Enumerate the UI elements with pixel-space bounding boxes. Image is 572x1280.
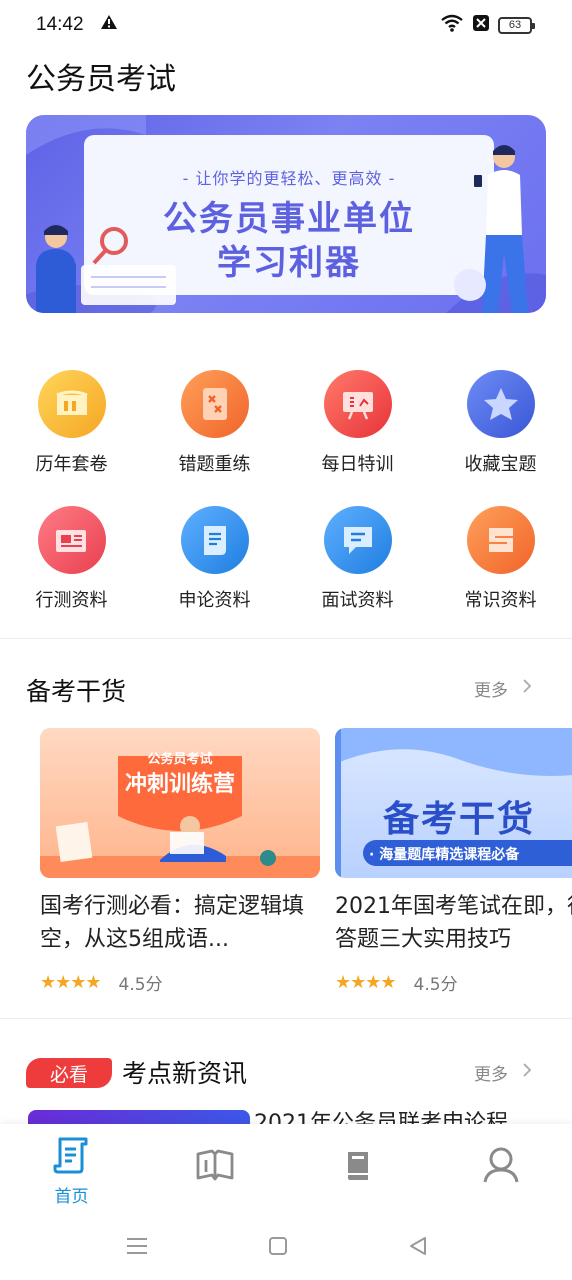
grid-item-general-knowledge[interactable]: 常识资料 — [429, 506, 572, 612]
promo-banner[interactable]: - 让你学的更轻松、更高效 - 公务员事业单位 学习利器 — [26, 115, 546, 313]
more-label: 更多 — [474, 1065, 508, 1085]
banner-subtitle: - 让你学的更轻松、更高效 - — [182, 169, 396, 188]
grid-item-favorites[interactable]: 收藏宝题 — [429, 370, 572, 476]
home-square-icon[interactable] — [268, 1236, 288, 1260]
grid-label: 常识资料 — [464, 590, 537, 611]
paper-stack-icon — [37, 370, 106, 438]
card-rating: ★★★★ 4.5分 — [40, 970, 320, 995]
nav-label-home: 首页 — [54, 1187, 89, 1207]
section-divider — [0, 1018, 572, 1019]
grid-item-past-papers[interactable]: 历年套卷 — [0, 370, 143, 476]
grid-label: 错题重练 — [178, 454, 251, 475]
grid-label: 历年套卷 — [35, 454, 108, 475]
card-title: 2021年国考笔试在即，行测答题三大实用技巧 — [335, 894, 572, 952]
card-img-line1: 公务员考试 — [147, 752, 213, 767]
rating-stars-icon: ★★★★ — [335, 972, 397, 993]
news-title[interactable]: 2021年公务员联考申论程 — [254, 1110, 572, 1124]
nav-courses[interactable] — [143, 1124, 286, 1212]
grid-item-daily-training[interactable]: 每日特训 — [286, 370, 429, 476]
daily-training-icon — [323, 370, 392, 438]
grid-label: 面试资料 — [321, 590, 394, 611]
rating-score: 4.5分 — [413, 975, 458, 995]
system-nav-bar — [0, 1212, 572, 1280]
section-title-news: 考点新资讯 — [122, 1059, 248, 1088]
newspaper-icon — [37, 506, 106, 574]
must-read-badge: 必看 — [26, 1058, 112, 1088]
standing-person-illustration — [454, 145, 528, 313]
status-icons: 63 — [440, 14, 535, 36]
card-rating: ★★★★ 4.5分 — [335, 970, 572, 995]
grid-item-xingce-materials[interactable]: 行测资料 — [0, 506, 143, 612]
grid-item-wrong-questions[interactable]: 错题重练 — [143, 370, 286, 476]
grid-item-shenlun-materials[interactable]: 申论资料 — [143, 506, 286, 612]
warning-icon — [100, 14, 118, 34]
article-card[interactable]: 公务员考试 冲刺训练营 公务员事业单位 国考行测必看：搞定逻辑填空，从这5组成语… — [40, 728, 320, 995]
bottom-nav: 首页 — [0, 1124, 572, 1212]
card-img-line3: 公务员事业单位 — [148, 799, 212, 809]
more-label: 更多 — [474, 681, 508, 701]
news-title-text: 2021年公务员联考申论程 — [254, 1111, 508, 1124]
open-book-icon — [195, 1148, 235, 1186]
card-thumbnail: 公务员考试 冲刺训练营 公务员事业单位 — [40, 728, 320, 878]
more-link-prep[interactable]: 更多 — [474, 676, 532, 701]
interview-chat-icon — [323, 506, 392, 574]
article-card[interactable]: 备考干货 · 海量题库精选课程必备 2021年国考笔试在即，行测答题三大实用技巧… — [335, 728, 572, 995]
star-icon — [466, 370, 535, 438]
more-link-news[interactable]: 更多 — [474, 1060, 532, 1085]
card-img-line1: 备考干货 — [383, 799, 536, 840]
battery-icon: 63 — [498, 16, 535, 34]
grid-label: 每日特训 — [321, 454, 394, 475]
grid-label: 行测资料 — [35, 590, 108, 611]
chevron-right-icon — [522, 678, 532, 699]
wifi-icon — [440, 14, 464, 36]
closed-book-icon — [343, 1150, 373, 1186]
grid-label: 申论资料 — [178, 590, 251, 611]
section-title-prep: 备考干货 — [26, 677, 127, 706]
card-thumbnail: 备考干货 · 海量题库精选课程必备 — [335, 728, 572, 878]
menu-icon[interactable] — [126, 1236, 148, 1260]
page-title: 公务员考试 — [26, 62, 176, 97]
grid-item-interview-materials[interactable]: 面试资料 — [286, 506, 429, 612]
nav-profile[interactable] — [429, 1124, 572, 1212]
back-triangle-icon[interactable] — [408, 1236, 428, 1260]
grid-label: 收藏宝题 — [464, 454, 537, 475]
nav-library[interactable] — [286, 1124, 429, 1212]
chevron-right-icon — [522, 1062, 532, 1083]
home-document-icon — [52, 1136, 92, 1178]
reading-person-illustration — [36, 225, 176, 313]
status-time: 14:42 — [36, 14, 84, 35]
user-icon — [481, 1146, 521, 1188]
card-img-line2: 冲刺训练营 — [124, 772, 235, 797]
wrong-questions-icon — [180, 370, 249, 438]
nav-home[interactable]: 首页 — [0, 1124, 143, 1212]
card-img-line2: · 海量题库精选课程必备 — [369, 847, 520, 863]
section-divider — [0, 638, 572, 639]
status-bar: 14:42 63 — [0, 0, 572, 50]
card-title: 国考行测必看：搞定逻辑填空，从这5组成语... — [40, 894, 305, 952]
rating-score: 4.5分 — [118, 975, 163, 995]
book-icon — [466, 506, 535, 574]
scroll-icon — [180, 506, 249, 574]
sim-off-icon — [472, 14, 490, 36]
rating-stars-icon: ★★★★ — [40, 972, 102, 993]
